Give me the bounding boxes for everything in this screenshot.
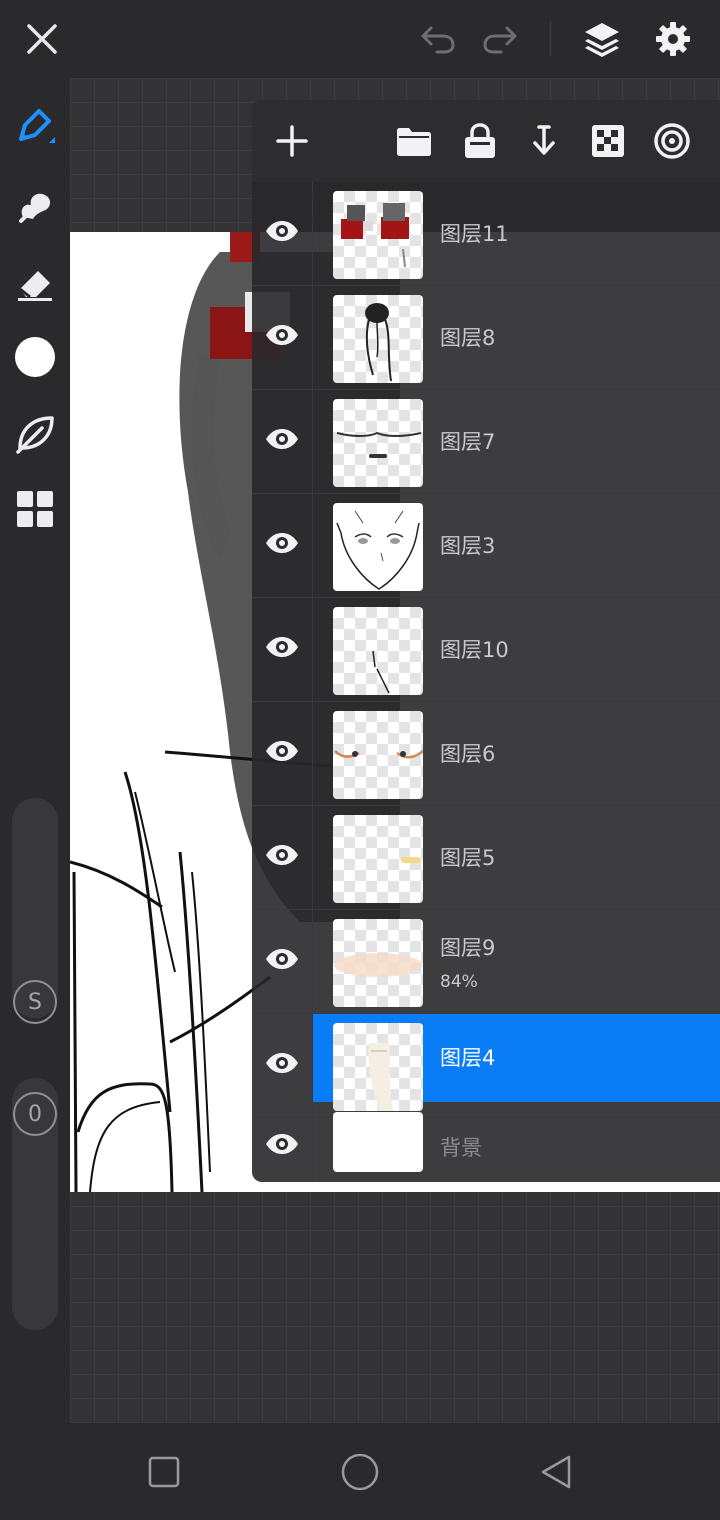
- layer-row[interactable]: 背景: [252, 1108, 720, 1182]
- lock-icon[interactable]: [455, 116, 505, 166]
- brush-icon[interactable]: [10, 102, 60, 152]
- visibility-eye-icon[interactable]: [260, 313, 304, 357]
- layer-name: 图层7: [440, 430, 496, 454]
- layer-row[interactable]: 图层3: [252, 494, 720, 598]
- layer-row[interactable]: 图层4: [252, 1014, 720, 1118]
- layer-name: 背景: [440, 1136, 482, 1160]
- layer-name: 图层11: [440, 222, 509, 246]
- layer-opacity: 84%: [440, 972, 478, 992]
- layer-panel-toolbar: [252, 100, 720, 182]
- recents-button[interactable]: [139, 1447, 189, 1497]
- system-nav-bar: [0, 1423, 720, 1520]
- layer-row[interactable]: 图层8: [252, 286, 720, 390]
- brush-size-knob[interactable]: S: [13, 980, 57, 1024]
- layer-name: 图层4: [440, 1046, 496, 1070]
- add-layer-icon[interactable]: [267, 116, 317, 166]
- layer-name: 图层10: [440, 638, 509, 662]
- visibility-eye-icon[interactable]: [260, 625, 304, 669]
- layer-row[interactable]: 图层11: [252, 182, 720, 286]
- brush-opacity-knob[interactable]: 0: [13, 1092, 57, 1136]
- folder-icon[interactable]: [389, 116, 439, 166]
- paint-app: S 0 图层11 图层8 图层7 图层3 图层10 图层6 图层5 图层9 84…: [0, 0, 720, 1520]
- layer-name: 图层6: [440, 742, 496, 766]
- layer-row[interactable]: 图层9 84%: [252, 910, 720, 1014]
- redo-icon[interactable]: [476, 14, 526, 64]
- blend-icon[interactable]: [647, 116, 697, 166]
- visibility-eye-icon[interactable]: [260, 1122, 304, 1166]
- layer-thumbnail: [333, 607, 423, 695]
- layer-thumbnail: [333, 919, 423, 1007]
- layer-thumbnail: [333, 503, 423, 591]
- layer-row[interactable]: 图层10: [252, 598, 720, 702]
- layer-row[interactable]: 图层7: [252, 390, 720, 494]
- tool-sidebar: S 0: [0, 78, 70, 1423]
- toolbar-divider: [550, 22, 551, 56]
- back-button[interactable]: [531, 1447, 581, 1497]
- visibility-eye-icon[interactable]: [260, 729, 304, 773]
- home-button[interactable]: [335, 1447, 385, 1497]
- layers-icon[interactable]: [577, 14, 627, 64]
- layer-name: 图层8: [440, 326, 496, 350]
- color-swatch[interactable]: [10, 332, 60, 382]
- layer-row[interactable]: 图层5: [252, 806, 720, 910]
- layer-name: 图层3: [440, 534, 496, 558]
- visibility-eye-icon[interactable]: [260, 521, 304, 565]
- layer-thumbnail: [333, 191, 423, 279]
- visibility-eye-icon[interactable]: [260, 209, 304, 253]
- gear-icon[interactable]: [648, 14, 698, 64]
- grid-icon[interactable]: [10, 484, 60, 534]
- transparency-icon[interactable]: [583, 116, 633, 166]
- layer-thumbnail: [333, 1112, 423, 1172]
- top-bar: [0, 0, 720, 78]
- visibility-eye-icon[interactable]: [260, 833, 304, 877]
- leaf-icon[interactable]: [10, 408, 60, 458]
- layer-name: 图层5: [440, 846, 496, 870]
- layer-thumbnail: [333, 295, 423, 383]
- undo-icon[interactable]: [412, 14, 462, 64]
- layer-row[interactable]: 图层6: [252, 702, 720, 806]
- layer-thumbnail: [333, 1023, 423, 1111]
- visibility-eye-icon[interactable]: [260, 417, 304, 461]
- close-icon[interactable]: [17, 14, 67, 64]
- merge-down-icon[interactable]: [519, 116, 569, 166]
- layer-thumbnail: [333, 399, 423, 487]
- layer-thumbnail: [333, 711, 423, 799]
- visibility-eye-icon[interactable]: [260, 937, 304, 981]
- visibility-eye-icon[interactable]: [260, 1041, 304, 1085]
- layer-name: 图层9: [440, 936, 496, 960]
- eraser-icon[interactable]: [10, 258, 60, 308]
- smudge-icon[interactable]: [10, 180, 60, 230]
- layer-panel: 图层11 图层8 图层7 图层3 图层10 图层6 图层5 图层9 84% 图层…: [252, 100, 720, 1182]
- layer-thumbnail: [333, 815, 423, 903]
